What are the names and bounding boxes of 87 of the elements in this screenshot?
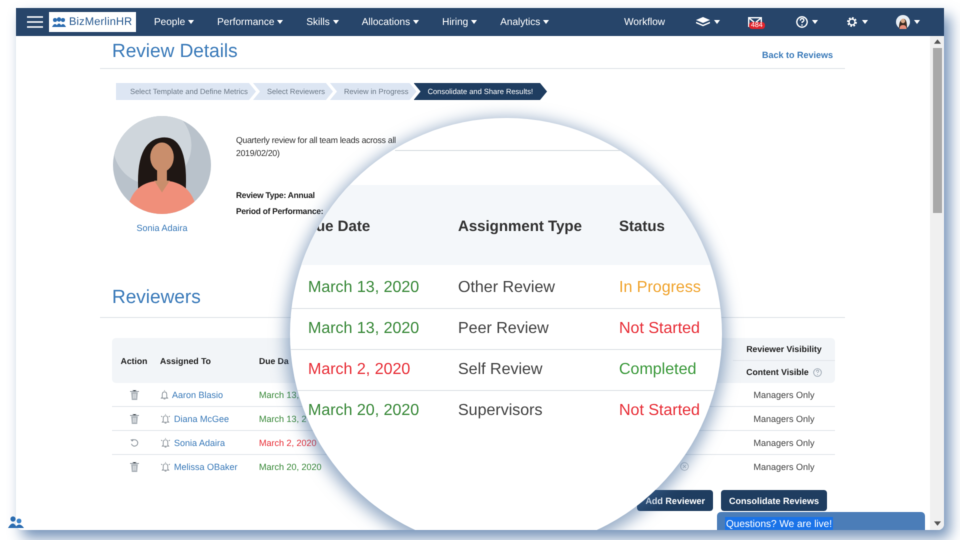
menu-icon[interactable]	[27, 16, 43, 28]
table-cell-text: Managers Only	[752, 414, 816, 424]
user-menu[interactable]	[896, 15, 920, 29]
review-description: Quarterly review for all team leads across all	[236, 134, 396, 147]
nav-menu[interactable]: Performance	[217, 16, 284, 28]
nav-menu[interactable]: Hiring	[442, 16, 478, 28]
table-cell: March 20, 2020	[259, 462, 319, 472]
column-header: Assigned To	[159, 356, 212, 366]
bell-ringing-icon[interactable]	[160, 438, 171, 448]
layers-icon	[696, 17, 710, 27]
table-cell-text: Managers Only	[752, 462, 816, 472]
page-title: Review Details	[112, 41, 238, 63]
layers-menu[interactable]	[696, 17, 720, 27]
column-header: Reviewer Visibility	[733, 338, 835, 361]
status-text: Not Started	[619, 320, 700, 338]
table-cell-text: Managers Only	[752, 438, 816, 448]
status-text: Not Started	[619, 402, 700, 420]
scrollbar[interactable]	[930, 36, 944, 530]
caret-icon	[714, 20, 720, 24]
clear-icon[interactable]	[680, 462, 689, 471]
nav-menu[interactable]: Skills	[306, 16, 339, 28]
status-text: Completed	[619, 361, 696, 379]
caret-icon	[471, 20, 478, 24]
trash-icon[interactable]	[130, 462, 138, 472]
column-header: Due Da	[259, 356, 290, 366]
caret-icon	[812, 20, 818, 24]
nav-menu[interactable]: Analytics	[500, 16, 550, 28]
reviewer-link[interactable]: Diana McGee	[174, 414, 230, 424]
caret-icon	[188, 20, 194, 24]
nav-menu[interactable]: People	[154, 16, 194, 28]
caret-icon	[543, 20, 550, 24]
chat-label[interactable]: Questions? We are live!	[725, 516, 833, 530]
settings-icon	[846, 16, 858, 28]
caret-icon	[332, 20, 339, 24]
column-header: Content Visible	[746, 367, 809, 377]
review-type: Review Type: Annual	[236, 189, 316, 202]
column-header: Status	[619, 218, 665, 235]
table-cell-text: March 13, 2020	[308, 320, 420, 338]
column-header: Assignment Type	[458, 218, 582, 235]
undo-icon[interactable]	[130, 438, 138, 447]
person-name: Sonia Adaira	[136, 223, 188, 233]
table-cell-text: Other Review	[458, 279, 556, 297]
section-title: Reviewers	[112, 287, 201, 310]
table-cell-text: March 13, 2020	[308, 279, 420, 297]
table-cell-text: Peer Review	[458, 320, 550, 338]
table-cell-text: March 2, 2020	[308, 361, 412, 379]
logo-text: BizMerlinHR	[69, 16, 132, 28]
bell-icon[interactable]	[160, 390, 169, 400]
action-button[interactable]: Consolidate Reviews	[720, 490, 827, 511]
bell-ringing-icon[interactable]	[160, 462, 171, 472]
avatar-icon	[896, 15, 910, 29]
table-cell-text: March 13,	[259, 390, 300, 400]
action-button[interactable]: Add Reviewer	[637, 490, 713, 511]
trash-icon[interactable]	[130, 390, 138, 400]
help-icon	[796, 16, 808, 28]
reviewer-link[interactable]: Aaron Blasio	[172, 390, 224, 400]
help-menu[interactable]	[796, 16, 818, 28]
logo[interactable]: BizMerlinHR	[49, 12, 136, 32]
bell-ringing-icon[interactable]	[160, 414, 171, 424]
back-link[interactable]: Back to Reviews	[762, 50, 833, 60]
table-cell-text: March 2, 2020	[259, 438, 318, 448]
caret-icon	[862, 20, 868, 24]
nav-menu[interactable]: Allocations	[362, 16, 420, 28]
settings-menu[interactable]	[846, 16, 868, 28]
people-icon[interactable]	[8, 516, 24, 528]
trash-icon[interactable]	[130, 414, 138, 424]
table-cell-text: Supervisors	[458, 402, 544, 420]
chat-widget[interactable]: Questions? We are live!	[717, 512, 925, 530]
reviewer-link[interactable]: Sonia Adaira	[174, 438, 226, 448]
caret-icon	[277, 20, 284, 24]
arrow-down-icon[interactable]	[934, 521, 940, 526]
scrollbar-thumb[interactable]	[932, 48, 942, 213]
help-icon[interactable]	[812, 368, 822, 376]
people-icon	[52, 17, 66, 27]
review-description: 2019/02/20)	[236, 147, 281, 160]
table-cell-text: March 20, 2020	[308, 402, 420, 420]
column-header: Action	[120, 356, 148, 366]
table-cell-text: Managers Only	[752, 390, 816, 400]
status-text: In Progress	[619, 279, 701, 297]
workflow-link[interactable]: Workflow	[624, 16, 665, 28]
reviewer-link[interactable]: Melissa OBaker	[174, 462, 238, 472]
table-cell-text: Self Review	[458, 361, 544, 379]
performance-period: Period of Performance:	[236, 205, 324, 218]
caret-icon	[914, 20, 920, 24]
table-cell-text: March 13, 2	[259, 414, 308, 424]
caret-icon	[413, 20, 420, 24]
arrow-up-icon[interactable]	[934, 39, 940, 44]
